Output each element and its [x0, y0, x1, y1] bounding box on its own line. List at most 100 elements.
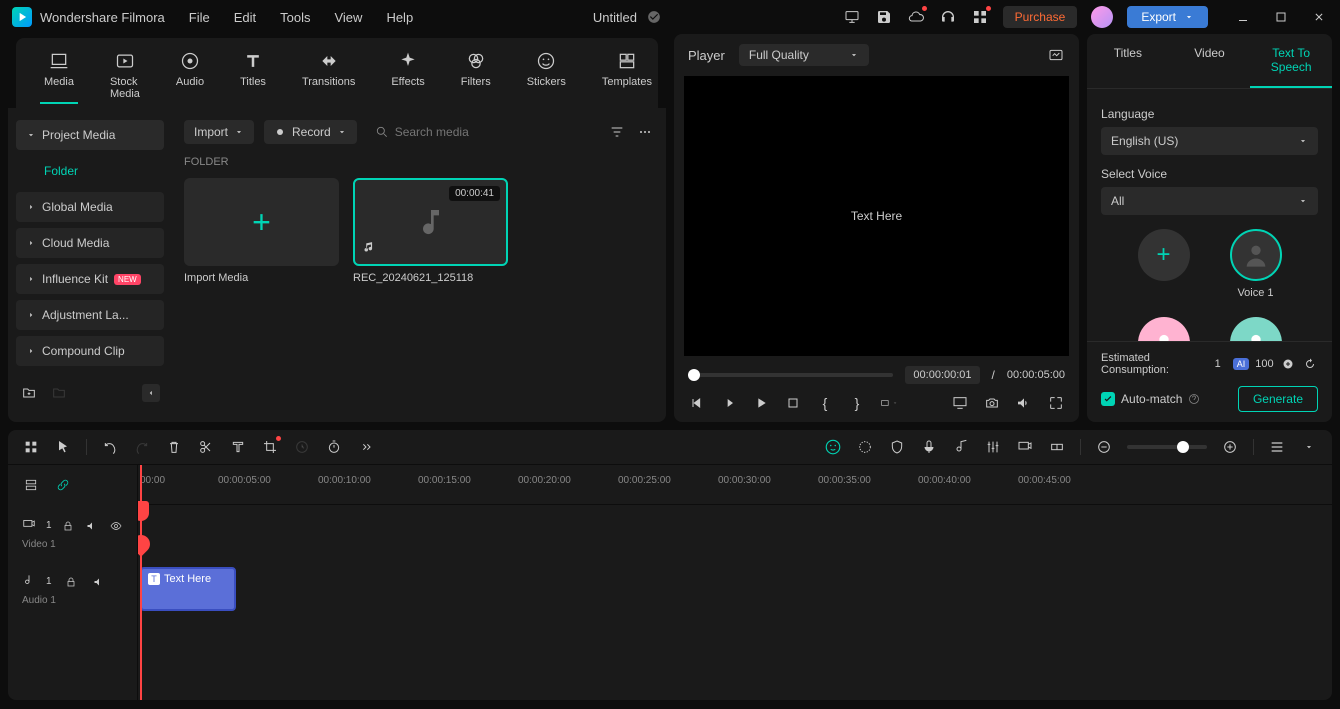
refresh-icon[interactable] [1302, 355, 1318, 373]
audio-lane[interactable] [138, 617, 1332, 673]
folder-icon[interactable] [50, 384, 68, 402]
grid-icon[interactable] [22, 438, 40, 456]
mark-out-icon[interactable]: } [848, 394, 866, 412]
track-view-icon[interactable] [1268, 438, 1286, 456]
record-dropdown[interactable]: Record [264, 120, 357, 144]
tab-effects[interactable]: Effects [387, 46, 428, 104]
color-icon[interactable] [856, 438, 874, 456]
automatch-checkbox[interactable]: Auto-match [1101, 392, 1200, 406]
track-lock-icon[interactable] [62, 517, 76, 535]
text-clip[interactable]: T Text Here [140, 567, 236, 611]
panel-tab-titles[interactable]: Titles [1087, 34, 1169, 88]
display-icon[interactable] [843, 8, 861, 26]
player-canvas[interactable]: Text Here [684, 76, 1069, 356]
sidebar-global-media[interactable]: Global Media [16, 192, 164, 222]
ratio-icon[interactable] [880, 394, 898, 412]
menu-tools[interactable]: Tools [280, 10, 310, 25]
cloud-icon[interactable] [907, 8, 925, 26]
step-back-icon[interactable] [720, 394, 738, 412]
link-tracks-icon[interactable] [54, 476, 72, 494]
sidebar-influence-kit[interactable]: Influence KitNEW [16, 264, 164, 294]
export-button[interactable]: Export [1127, 6, 1208, 28]
playhead-line[interactable] [140, 465, 142, 700]
text-tool-icon[interactable] [229, 438, 247, 456]
tab-stock-media[interactable]: Stock Media [106, 46, 144, 104]
ai-face-icon[interactable] [824, 438, 842, 456]
mixer-icon[interactable] [984, 438, 1002, 456]
tab-media[interactable]: Media [40, 46, 78, 104]
menu-view[interactable]: View [334, 10, 362, 25]
split-icon[interactable] [197, 438, 215, 456]
zoom-thumb[interactable] [1177, 441, 1189, 453]
stop-icon[interactable] [784, 394, 802, 412]
media-clip-card[interactable]: 00:00:41 REC_20240621_125118 [353, 178, 508, 284]
panel-tab-video[interactable]: Video [1169, 34, 1251, 88]
filter-icon[interactable] [608, 123, 626, 141]
prev-frame-icon[interactable] [688, 394, 706, 412]
collapse-sidebar-icon[interactable] [142, 384, 160, 402]
video-lane[interactable]: T Text Here [138, 561, 1332, 617]
minimize-icon[interactable] [1234, 8, 1252, 26]
preview-display-icon[interactable] [951, 394, 969, 412]
sidebar-folder[interactable]: Folder [16, 156, 164, 186]
menu-edit[interactable]: Edit [234, 10, 256, 25]
tab-filters[interactable]: Filters [457, 46, 495, 104]
track-view-dropdown-icon[interactable] [1300, 438, 1318, 456]
fullscreen-icon[interactable] [1047, 394, 1065, 412]
tab-transitions[interactable]: Transitions [298, 46, 359, 104]
zoom-out-icon[interactable] [1095, 438, 1113, 456]
expand-tools-icon[interactable] [357, 438, 375, 456]
apps-icon[interactable] [971, 8, 989, 26]
voice-item-voice1[interactable]: Voice 1 [1230, 229, 1282, 299]
timeline-layout-icon[interactable] [22, 476, 40, 494]
keyframe-icon[interactable] [1048, 438, 1066, 456]
search-input[interactable] [395, 125, 590, 139]
marker-shield-icon[interactable] [888, 438, 906, 456]
add-voice-button[interactable]: + [1138, 229, 1190, 299]
zoom-slider[interactable] [1127, 445, 1207, 449]
time-ruler[interactable]: 00:00 00:00:05:00 00:00:10:00 00:00:15:0… [138, 465, 1332, 505]
tab-stickers[interactable]: Stickers [523, 46, 570, 104]
redo-icon[interactable] [133, 438, 151, 456]
playhead-thumb[interactable] [688, 369, 700, 381]
title-sync-icon[interactable] [645, 8, 663, 26]
sidebar-project-media[interactable]: Project Media [16, 120, 164, 150]
playhead-track[interactable] [688, 373, 893, 377]
import-dropdown[interactable]: Import [184, 120, 254, 144]
language-dropdown[interactable]: English (US) [1101, 127, 1318, 155]
sidebar-cloud-media[interactable]: Cloud Media [16, 228, 164, 258]
cursor-icon[interactable] [54, 438, 72, 456]
crop-icon[interactable] [261, 438, 279, 456]
sidebar-compound-clip[interactable]: Compound Clip [16, 336, 164, 366]
zoom-in-icon[interactable] [1221, 438, 1239, 456]
generate-button[interactable]: Generate [1238, 386, 1318, 412]
tab-templates[interactable]: Templates [598, 46, 656, 104]
close-icon[interactable] [1310, 8, 1328, 26]
track-visible-icon[interactable] [109, 517, 123, 535]
panel-tab-tts[interactable]: Text To Speech [1250, 34, 1332, 88]
mark-in-icon[interactable]: { [816, 394, 834, 412]
audio-mute-icon[interactable] [90, 573, 108, 591]
voice-filter-dropdown[interactable]: All [1101, 187, 1318, 215]
menu-help[interactable]: Help [386, 10, 413, 25]
mic-icon[interactable] [920, 438, 938, 456]
voice-item-jenny[interactable]: Jenny [1138, 317, 1190, 341]
headphones-icon[interactable] [939, 8, 957, 26]
record-screen-icon[interactable] [1016, 438, 1034, 456]
purchase-button[interactable]: Purchase [1003, 6, 1078, 28]
voice-item-jason[interactable]: Jason [1230, 317, 1282, 341]
track-mute-icon[interactable] [85, 517, 99, 535]
audio-lock-icon[interactable] [62, 573, 80, 591]
maximize-icon[interactable] [1272, 8, 1290, 26]
snapshot-mode-icon[interactable] [1047, 46, 1065, 64]
quality-dropdown[interactable]: Full Quality [739, 44, 869, 66]
volume-icon[interactable] [1015, 394, 1033, 412]
music-note-icon[interactable] [952, 438, 970, 456]
save-icon[interactable] [875, 8, 893, 26]
add-credits-icon[interactable] [1280, 355, 1296, 373]
camera-icon[interactable] [983, 394, 1001, 412]
sidebar-adjustment-layer[interactable]: Adjustment La... [16, 300, 164, 330]
delete-icon[interactable] [165, 438, 183, 456]
undo-icon[interactable] [101, 438, 119, 456]
more-icon[interactable] [636, 123, 654, 141]
